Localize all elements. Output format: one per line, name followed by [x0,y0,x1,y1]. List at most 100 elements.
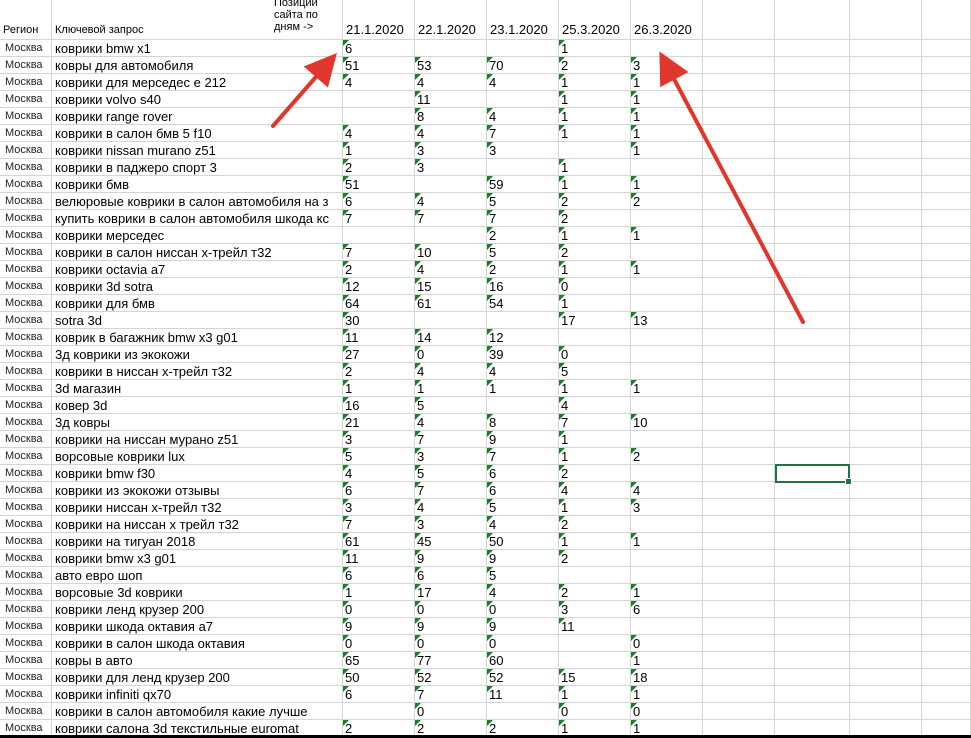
empty-cell[interactable] [922,295,971,312]
region-cell[interactable]: Москва [0,40,52,57]
empty-cell[interactable] [850,295,922,312]
position-cell[interactable]: 2 [559,516,631,533]
empty-cell[interactable] [850,380,922,397]
empty-cell[interactable] [703,278,775,295]
empty-cell[interactable] [775,669,850,686]
position-cell[interactable]: 65 [343,652,415,669]
empty-cell[interactable] [703,652,775,669]
empty-cell[interactable] [922,74,971,91]
region-cell[interactable]: Москва [0,499,52,516]
position-cell[interactable]: 2 [559,584,631,601]
keyword-cell[interactable]: коврики на ниссан х трейл т32 [52,516,343,533]
empty-cell[interactable] [922,227,971,244]
position-cell[interactable] [631,397,703,414]
position-cell[interactable]: 15 [559,669,631,686]
empty-cell[interactable] [850,397,922,414]
position-cell[interactable]: 18 [631,669,703,686]
position-cell[interactable]: 1 [559,686,631,703]
position-cell[interactable]: 1 [631,142,703,159]
header-date-1[interactable]: 21.1.2020 [343,0,415,40]
region-cell[interactable]: Москва [0,584,52,601]
position-cell[interactable]: 6 [343,686,415,703]
empty-cell[interactable] [850,567,922,584]
position-cell[interactable]: 61 [415,295,487,312]
position-cell[interactable]: 7 [415,482,487,499]
header-empty-cell[interactable] [850,0,922,40]
position-cell[interactable]: 1 [631,91,703,108]
empty-cell[interactable] [850,533,922,550]
position-cell[interactable]: 7 [487,125,559,142]
empty-cell[interactable] [703,329,775,346]
position-cell[interactable] [343,703,415,720]
empty-cell[interactable] [922,448,971,465]
position-cell[interactable]: 1 [631,176,703,193]
empty-cell[interactable] [922,108,971,125]
fill-handle[interactable] [845,478,852,485]
empty-cell[interactable] [922,91,971,108]
position-cell[interactable]: 1 [559,125,631,142]
position-cell[interactable]: 5 [487,567,559,584]
keyword-cell[interactable]: купить коврики в салон автомобиля шкода … [52,210,343,227]
empty-cell[interactable] [775,635,850,652]
empty-cell[interactable] [775,227,850,244]
region-cell[interactable]: Москва [0,465,52,482]
position-cell[interactable]: 5 [415,397,487,414]
position-cell[interactable]: 4 [559,482,631,499]
position-cell[interactable]: 3 [415,159,487,176]
keyword-cell[interactable]: коврики octavia a7 [52,261,343,278]
keyword-cell[interactable]: коврики ниссан х-трейл т32 [52,499,343,516]
empty-cell[interactable] [850,465,922,482]
region-cell[interactable]: Москва [0,312,52,329]
position-cell[interactable]: 8 [487,414,559,431]
empty-cell[interactable] [703,431,775,448]
header-keyword[interactable]: Ключевой запрос [52,0,271,40]
position-cell[interactable]: 2 [487,261,559,278]
header-positions[interactable]: Позиции сайта по дням -> [271,0,343,40]
empty-cell[interactable] [703,142,775,159]
empty-cell[interactable] [703,193,775,210]
empty-cell[interactable] [850,227,922,244]
empty-cell[interactable] [850,414,922,431]
empty-cell[interactable] [850,550,922,567]
position-cell[interactable]: 1 [559,448,631,465]
region-cell[interactable]: Москва [0,74,52,91]
empty-cell[interactable] [922,312,971,329]
position-cell[interactable]: 4 [415,363,487,380]
empty-cell[interactable] [703,601,775,618]
empty-cell[interactable] [922,686,971,703]
header-empty-cell[interactable] [703,0,775,40]
position-cell[interactable] [631,244,703,261]
region-cell[interactable]: Москва [0,125,52,142]
position-cell[interactable]: 0 [487,635,559,652]
empty-cell[interactable] [850,448,922,465]
position-cell[interactable]: 3 [415,448,487,465]
empty-cell[interactable] [850,142,922,159]
empty-cell[interactable] [922,533,971,550]
position-cell[interactable]: 3 [631,499,703,516]
region-cell[interactable]: Москва [0,448,52,465]
position-cell[interactable]: 6 [343,40,415,57]
position-cell[interactable]: 4 [415,261,487,278]
header-region[interactable]: Регион [0,0,52,40]
region-cell[interactable]: Москва [0,108,52,125]
position-cell[interactable]: 1 [559,261,631,278]
position-cell[interactable] [631,278,703,295]
position-cell[interactable]: 1 [559,40,631,57]
empty-cell[interactable] [850,635,922,652]
position-cell[interactable]: 7 [343,516,415,533]
empty-cell[interactable] [922,516,971,533]
position-cell[interactable]: 3 [487,142,559,159]
keyword-cell[interactable]: коврики в ниссан х-трейл т32 [52,363,343,380]
keyword-cell[interactable]: коврики в паджеро спорт 3 [52,159,343,176]
empty-cell[interactable] [922,465,971,482]
empty-cell[interactable] [850,57,922,74]
position-cell[interactable]: 52 [415,669,487,686]
position-cell[interactable]: 1 [559,227,631,244]
empty-cell[interactable] [922,567,971,584]
position-cell[interactable] [631,363,703,380]
position-cell[interactable] [631,431,703,448]
position-cell[interactable]: 6 [487,482,559,499]
position-cell[interactable]: 3 [343,499,415,516]
position-cell[interactable]: 1 [631,125,703,142]
region-cell[interactable]: Москва [0,686,52,703]
